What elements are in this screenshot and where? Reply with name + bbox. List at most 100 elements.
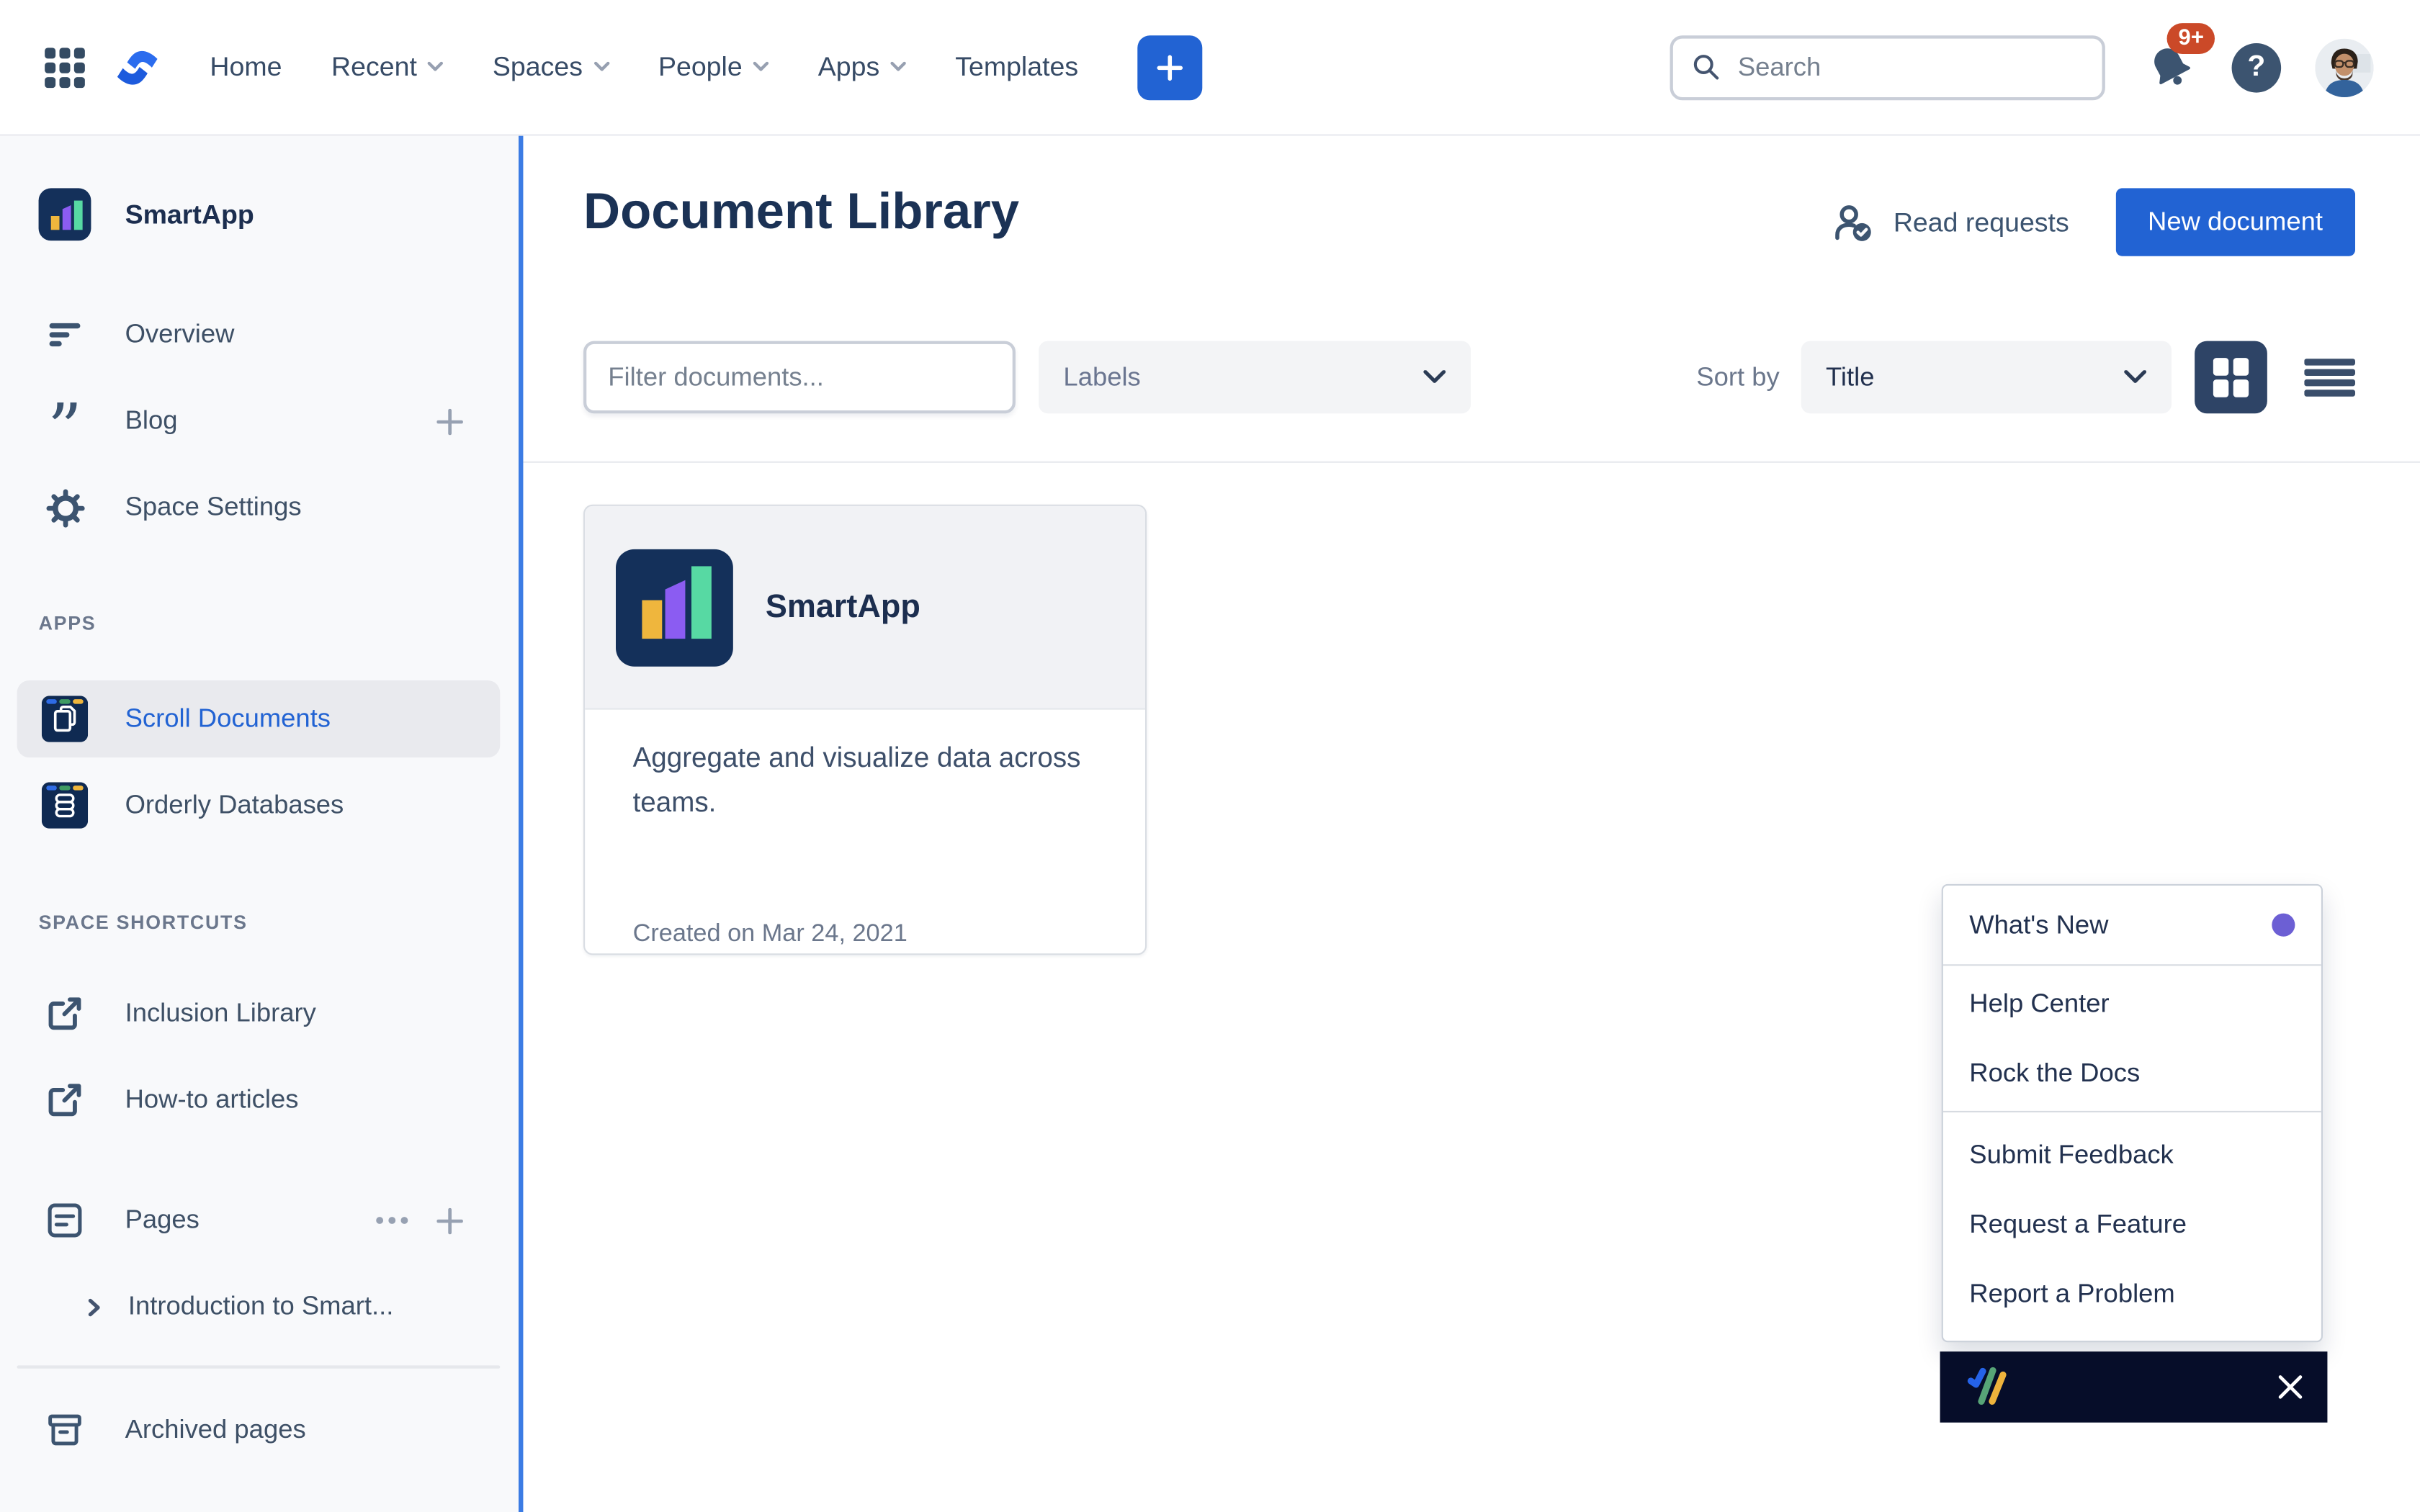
chevron-down-icon bbox=[1423, 370, 1446, 384]
labels-filter-label: Labels bbox=[1063, 361, 1140, 392]
sidebar-item-pages[interactable]: Pages bbox=[0, 1177, 519, 1264]
menu-item-label: Submit Feedback bbox=[1969, 1140, 2173, 1171]
confluence-logo-icon[interactable] bbox=[115, 44, 161, 90]
apps-section-header: APPS bbox=[39, 613, 519, 634]
shortcuts-section-header: SPACE SHORTCUTS bbox=[39, 912, 519, 933]
nav-home[interactable]: Home bbox=[210, 51, 282, 84]
blog-quote-icon bbox=[42, 402, 88, 439]
search-input[interactable] bbox=[1735, 50, 2102, 84]
list-view-button[interactable] bbox=[2304, 357, 2355, 397]
sidebar-item-label: Inclusion Library bbox=[125, 998, 316, 1029]
help-menu: What's New Help Center Rock the Docs Sub… bbox=[1942, 884, 2323, 1342]
search-icon bbox=[1692, 53, 1721, 82]
help-menu-group-news: What's New bbox=[1943, 886, 2321, 964]
app-window: Home Recent Spaces People Apps Templates bbox=[0, 0, 2420, 1512]
sidebar-item-blog[interactable]: Blog bbox=[0, 378, 519, 464]
nav-recent[interactable]: Recent bbox=[331, 51, 443, 84]
app-switcher-button[interactable] bbox=[43, 45, 86, 89]
shortcuts-list: Inclusion Library How-to articles bbox=[0, 971, 519, 1143]
close-promo-button[interactable] bbox=[2278, 1374, 2303, 1399]
k15t-logo-icon bbox=[1965, 1365, 2011, 1408]
sidebar-item-inclusion-library[interactable]: Inclusion Library bbox=[0, 971, 519, 1057]
menu-item-submit-feedback[interactable]: Submit Feedback bbox=[1943, 1120, 2321, 1189]
gear-icon bbox=[42, 488, 88, 527]
external-link-icon bbox=[42, 994, 88, 1034]
new-document-button[interactable]: New document bbox=[2115, 188, 2355, 256]
menu-item-rock-the-docs[interactable]: Rock the Docs bbox=[1943, 1038, 2321, 1107]
sidebar-resize-handle[interactable] bbox=[519, 136, 523, 1512]
filter-documents-input[interactable] bbox=[583, 341, 1016, 414]
vendor-promo-bar bbox=[1940, 1351, 2328, 1423]
sidebar-item-label: Archived pages bbox=[125, 1415, 306, 1446]
menu-item-report-a-problem[interactable]: Report a Problem bbox=[1943, 1259, 2321, 1328]
top-navigation: Home Recent Spaces People Apps Templates bbox=[0, 0, 2420, 136]
sidebar-item-scroll-documents[interactable]: Scroll Documents bbox=[17, 680, 501, 757]
search-box[interactable] bbox=[1670, 35, 2105, 99]
sidebar-item-space-settings[interactable]: Space Settings bbox=[0, 464, 519, 551]
space-nav: Overview Blog bbox=[0, 292, 519, 551]
nav-recent-label: Recent bbox=[331, 51, 417, 84]
nav-templates[interactable]: Templates bbox=[955, 51, 1078, 84]
nav-people[interactable]: People bbox=[658, 51, 768, 84]
space-sidebar: SmartApp Overview Blog bbox=[0, 136, 519, 1512]
chevron-right-icon[interactable] bbox=[85, 1297, 104, 1317]
sidebar-item-orderly-databases[interactable]: Orderly Databases bbox=[17, 767, 501, 844]
sidebar-divider bbox=[17, 1365, 501, 1368]
document-card-created: Created on Mar 24, 2021 bbox=[633, 921, 908, 949]
menu-item-help-center[interactable]: Help Center bbox=[1943, 969, 2321, 1038]
space-logo-icon bbox=[39, 188, 91, 240]
sort-by-label: Sort by bbox=[1696, 361, 1779, 392]
more-actions-icon[interactable] bbox=[375, 1216, 409, 1225]
pages-icon bbox=[42, 1200, 88, 1241]
sidebar-item-howto-articles[interactable]: How-to articles bbox=[0, 1057, 519, 1143]
read-requests-button[interactable]: Read requests bbox=[1832, 202, 2069, 243]
nav-templates-label: Templates bbox=[955, 51, 1078, 84]
document-card-title: SmartApp bbox=[766, 589, 920, 626]
sidebar-item-archived-pages[interactable]: Archived pages bbox=[0, 1387, 519, 1473]
nav-home-label: Home bbox=[210, 51, 282, 84]
plus-icon bbox=[1154, 52, 1185, 83]
avatar[interactable] bbox=[2315, 38, 2373, 96]
chevron-down-icon bbox=[2124, 370, 2147, 384]
menu-item-request-a-feature[interactable]: Request a Feature bbox=[1943, 1189, 2321, 1259]
list-view-icon bbox=[2304, 357, 2355, 397]
chevron-down-icon bbox=[890, 62, 905, 73]
read-requests-icon bbox=[1832, 202, 1873, 243]
create-button[interactable] bbox=[1137, 35, 1202, 99]
sidebar-item-overview[interactable]: Overview bbox=[0, 292, 519, 378]
labels-filter-select[interactable]: Labels bbox=[1039, 341, 1471, 414]
sort-value: Title bbox=[1826, 361, 1875, 392]
nav-apps[interactable]: Apps bbox=[818, 51, 906, 84]
menu-item-label: Rock the Docs bbox=[1969, 1058, 2140, 1089]
page-tree-item-label: Introduction to Smart... bbox=[128, 1292, 394, 1323]
document-card-icon bbox=[616, 549, 733, 666]
sidebar-item-label: Space Settings bbox=[125, 492, 302, 523]
orderly-databases-app-icon bbox=[42, 782, 88, 828]
add-blog-icon[interactable] bbox=[436, 408, 462, 434]
help-menu-group-feedback: Submit Feedback Request a Feature Report… bbox=[1943, 1112, 2321, 1341]
grid-view-icon bbox=[2212, 356, 2251, 398]
chevron-down-icon bbox=[753, 62, 768, 73]
document-card-body: Aggregate and visualize data across team… bbox=[585, 736, 1145, 981]
menu-item-whats-new[interactable]: What's New bbox=[1943, 886, 2321, 964]
external-link-icon bbox=[42, 1080, 88, 1120]
add-page-icon[interactable] bbox=[436, 1207, 462, 1233]
archive-icon bbox=[42, 1410, 88, 1451]
space-header[interactable]: SmartApp bbox=[39, 188, 519, 240]
sidebar-item-label: How-to articles bbox=[125, 1084, 299, 1115]
help-button[interactable] bbox=[2232, 42, 2282, 92]
document-card[interactable]: SmartApp Aggregate and visualize data ac… bbox=[583, 505, 1147, 955]
sort-select[interactable]: Title bbox=[1801, 341, 2172, 414]
overview-icon bbox=[42, 316, 88, 353]
grid-view-button[interactable] bbox=[2195, 341, 2267, 414]
sidebar-item-label: Pages bbox=[125, 1205, 200, 1236]
avatar-photo bbox=[2315, 38, 2373, 96]
nav-apps-label: Apps bbox=[818, 51, 879, 84]
nav-spaces[interactable]: Spaces bbox=[493, 51, 609, 84]
document-card-description: Aggregate and visualize data across team… bbox=[633, 736, 1098, 825]
close-icon bbox=[2278, 1374, 2303, 1399]
page-tree-item[interactable]: Introduction to Smart... bbox=[0, 1273, 519, 1341]
notifications-button[interactable]: 9+ bbox=[2142, 38, 2200, 96]
chevron-down-icon bbox=[593, 62, 609, 73]
primary-nav: Home Recent Spaces People Apps Templates bbox=[210, 51, 1078, 84]
